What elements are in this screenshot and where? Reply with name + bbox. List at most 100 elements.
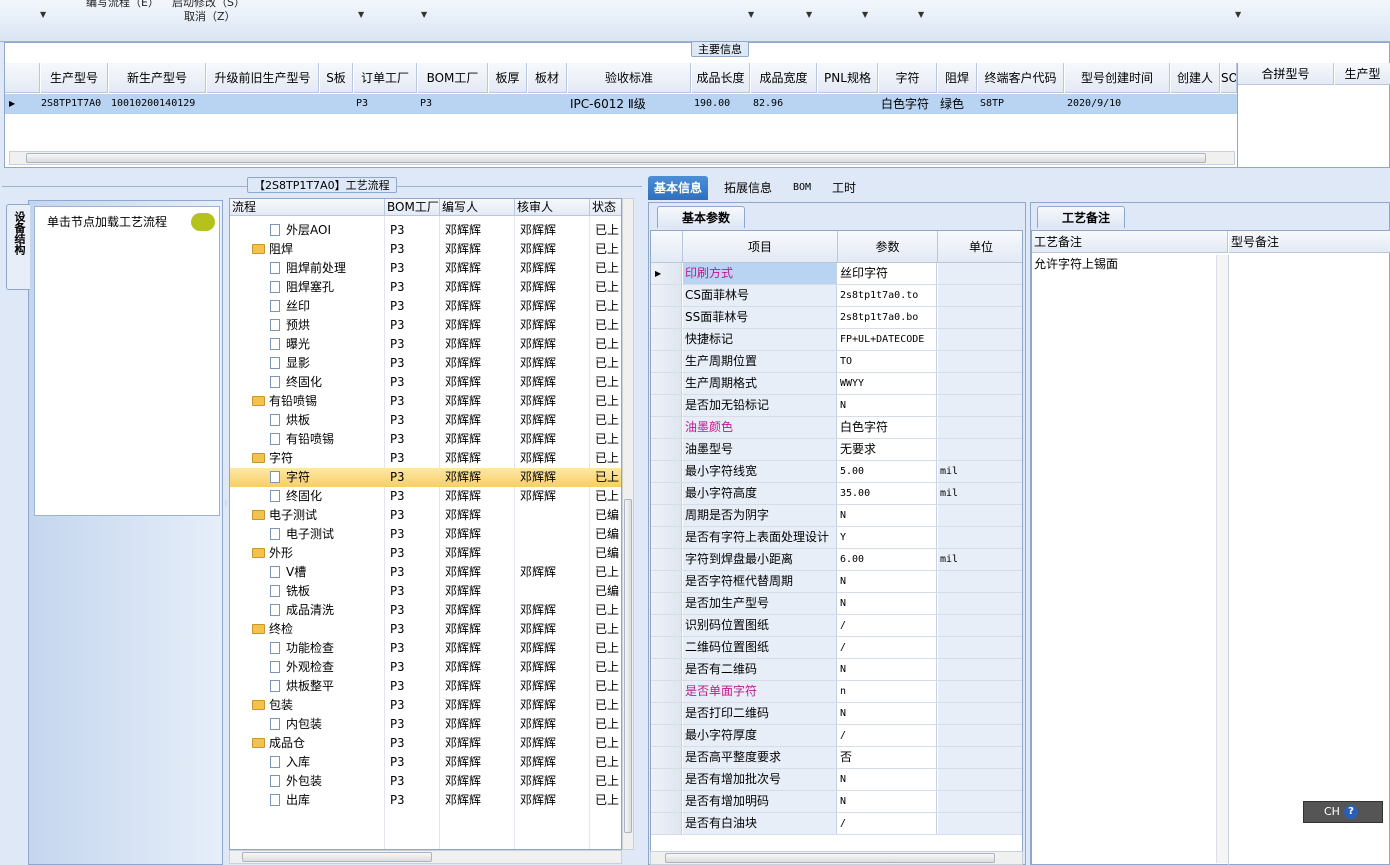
table-cell[interactable] [491,94,529,114]
tree-node[interactable]: 阻焊塞孔 P3 邓辉辉 邓辉辉 已上 [230,278,621,297]
column-header[interactable]: 项目 [683,231,838,263]
tree-node[interactable]: 显影 P3 邓辉辉 邓辉辉 已上 [230,354,621,373]
param-row[interactable]: 生产周期位置 TO [651,351,1022,373]
horizontal-scrollbar[interactable] [9,151,1235,165]
table-cell[interactable] [1173,94,1222,114]
column-header[interactable]: 状态 [590,199,621,216]
tree-node[interactable]: 电子测试 P3 邓辉辉 已编 [230,525,621,544]
param-row[interactable]: ▶ 印刷方式 丝印字符 [651,263,1022,285]
param-value[interactable]: N [838,395,937,416]
tab-process-notes[interactable]: 工艺备注 [1037,206,1126,228]
column-header[interactable]: 核审人 [515,199,590,216]
column-header[interactable]: BOM工厂 [385,199,440,216]
param-value[interactable]: 2s8tp1t7a0.bo [838,307,937,328]
table-cell[interactable]: 绿色 [940,94,979,114]
tree-node[interactable]: 烘板整平 P3 邓辉辉 邓辉辉 已上 [230,677,621,696]
column-header[interactable]: 编写人 [440,199,515,216]
dropdown-arrow-icon[interactable]: ▼ [40,10,46,19]
param-value[interactable]: / [838,615,937,636]
param-row[interactable]: 是否加生产型号 N [651,593,1022,615]
tree-node[interactable]: 外包装 P3 邓辉辉 邓辉辉 已上 [230,772,621,791]
param-row[interactable]: CS面菲林号 2s8tp1t7a0.to [651,285,1022,307]
param-row[interactable]: 字符到焊盘最小距离 6.00 mil [651,549,1022,571]
tree-node[interactable]: ⊟有铅喷锡P3邓辉辉邓辉辉已上 [230,392,621,411]
column-header[interactable]: 板厚 [489,63,527,93]
param-value[interactable]: N [838,791,937,812]
dropdown-arrow-icon[interactable]: ▼ [421,10,427,19]
tree-node[interactable]: 阻焊前处理 P3 邓辉辉 邓辉辉 已上 [230,259,621,278]
column-header[interactable]: 订单工厂 [354,63,417,93]
dropdown-arrow-icon[interactable]: ▼ [358,10,364,19]
param-row[interactable]: 是否高平整度要求否 [651,747,1022,769]
column-header[interactable]: 字符 [879,63,937,93]
column-header-model-note[interactable]: 型号备注 [1229,231,1390,253]
column-header-merge-model[interactable]: 合拼型号 [1238,63,1334,85]
column-header[interactable]: 终端客户代码 [978,63,1064,93]
param-value[interactable]: 否 [838,747,937,768]
tree-node[interactable]: 铣板 P3 邓辉辉 已编 [230,582,621,601]
column-header[interactable]: PNL规格 [818,63,878,93]
param-row[interactable]: 快捷标记 FP+UL+DATECODE [651,329,1022,351]
table-cell[interactable]: 82.96 [753,94,819,114]
table-cell[interactable]: IPC-6012 Ⅱ级 [570,94,693,114]
tab-basic-info[interactable]: 基本信息 [648,176,709,200]
table-cell[interactable]: P3 [420,94,490,114]
table-cell[interactable] [530,94,569,114]
param-row[interactable]: 最小字符线宽 5.00 mil [651,461,1022,483]
column-header[interactable]: 成品长度 [692,63,750,93]
tab-device-structure[interactable]: 设备结构 [6,204,30,290]
tree-node[interactable]: V槽 P3 邓辉辉 邓辉辉 已上 [230,563,621,582]
param-value[interactable]: 丝印字符 [838,263,937,284]
device-tree[interactable]: 单击节点加载工艺流程 [34,206,220,516]
param-value[interactable]: FP+UL+DATECODE [838,329,937,350]
param-value[interactable]: WWYY [838,373,937,394]
param-row[interactable]: 是否有增加明码 N [651,791,1022,813]
dropdown-arrow-icon[interactable]: ▼ [862,10,868,19]
tree-node[interactable]: 终固化 P3 邓辉辉 邓辉辉 已上 [230,373,621,392]
param-row[interactable]: SS面菲林号 2s8tp1t7a0.bo [651,307,1022,329]
tree-node[interactable]: 出库 P3 邓辉辉 邓辉辉 已上 [230,791,621,810]
param-row[interactable]: 是否加无铅标记 N [651,395,1022,417]
column-header[interactable]: SO [1221,63,1237,93]
param-value[interactable]: / [838,813,937,834]
tree-node[interactable]: ⊟字符P3邓辉辉邓辉辉已上 [230,449,621,468]
param-row[interactable]: 最小字符高度 35.00 mil [651,483,1022,505]
table-cell[interactable]: 2020/9/10 [1067,94,1172,114]
tree-node[interactable]: ⊟终检P3邓辉辉邓辉辉已上 [230,620,621,639]
tree-node[interactable]: 丝印 P3 邓辉辉 邓辉辉 已上 [230,297,621,316]
tab-basic-params[interactable]: 基本参数 [657,206,746,228]
tree-node[interactable]: 功能检查 P3 邓辉辉 邓辉辉 已上 [230,639,621,658]
tree-node[interactable]: 成品清洗 P3 邓辉辉 邓辉辉 已上 [230,601,621,620]
process-note-text[interactable]: 允许字符上锡面 [1034,255,1118,272]
param-row[interactable]: 是否打印二维码 N [651,703,1022,725]
param-row[interactable]: 是否有字符上表面处理设计 Y [651,527,1022,549]
dropdown-arrow-icon[interactable]: ▼ [1235,10,1241,19]
tree-node[interactable]: 字符 P3 邓辉辉 邓辉辉 已上 [230,468,621,487]
tree-node[interactable]: ⊟包装P3邓辉辉邓辉辉已上 [230,696,621,715]
tree-node[interactable]: ⊟电子测试P3邓辉辉已编 [230,506,621,525]
param-value[interactable]: N [838,769,937,790]
tree-node[interactable]: 曝光 P3 邓辉辉 邓辉辉 已上 [230,335,621,354]
column-header-prod-model[interactable]: 生产型 [1335,63,1390,85]
tab-extended-info[interactable]: 拓展信息 [718,176,778,200]
param-row[interactable]: 油墨颜色 白色字符 [651,417,1022,439]
tree-node[interactable]: 有铅喷锡 P3 邓辉辉 邓辉辉 已上 [230,430,621,449]
column-header[interactable]: 流程 [230,199,385,216]
param-value[interactable]: n [838,681,937,702]
param-value[interactable]: / [838,637,937,658]
menu-edit-flow[interactable]: 编写流程（E） [86,0,159,10]
param-value[interactable]: 无要求 [838,439,937,460]
horizontal-scrollbar[interactable] [229,850,622,864]
column-header[interactable]: 创建人 [1171,63,1220,93]
tree-node[interactable]: 外层AOI P3 邓辉辉 邓辉辉 已上 [230,221,621,240]
tree-node[interactable]: 终固化 P3 邓辉辉 邓辉辉 已上 [230,487,621,506]
param-row[interactable]: 是否有增加批次号 N [651,769,1022,791]
column-header-process-note[interactable]: 工艺备注 [1032,231,1228,253]
tree-node[interactable]: ⊟外形P3邓辉辉已编 [230,544,621,563]
param-row[interactable]: 生产周期格式 WWYY [651,373,1022,395]
param-value[interactable]: N [838,703,937,724]
column-header[interactable]: 参数 [838,231,938,263]
param-value[interactable]: Y [838,527,937,548]
param-row[interactable]: 是否有白油块 / [651,813,1022,835]
column-header[interactable]: 型号创建时间 [1065,63,1170,93]
